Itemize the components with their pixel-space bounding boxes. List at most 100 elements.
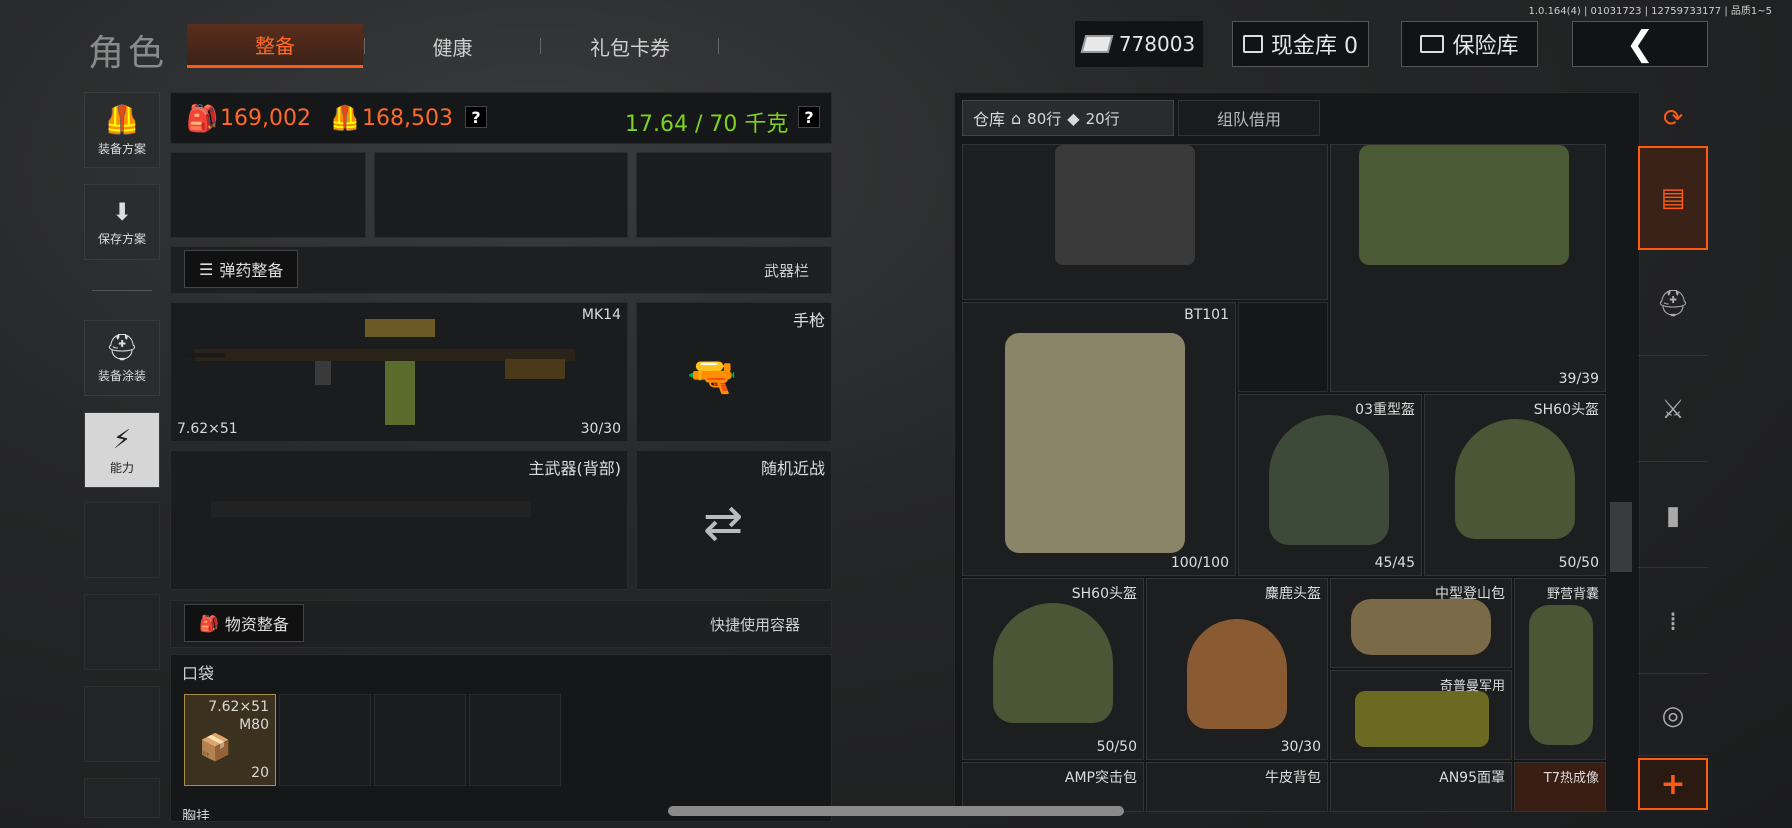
storage-item-sh60-2[interactable]: SH60头盔 50/50 — [962, 578, 1144, 760]
storage-tab-label: 仓库 — [973, 110, 1006, 129]
category-helmet-icon[interactable]: ⛑ — [1638, 252, 1708, 356]
storage-item-name: 麋鹿头盔 — [1265, 586, 1321, 602]
bag-icon: 🎒 — [199, 613, 219, 633]
vest-image — [1055, 145, 1195, 265]
category-scope-icon[interactable]: ◎ — [1638, 676, 1708, 756]
storage-empty-cell[interactable] — [1238, 302, 1328, 392]
back-weapon-slot[interactable]: 主武器(背部) — [170, 450, 628, 590]
insurance-button[interactable]: 保险库 — [1401, 21, 1538, 67]
melee-label: 随机近战 — [760, 459, 825, 478]
backpack-image — [1351, 599, 1491, 655]
storage-item-vest-green[interactable]: 39/39 — [1330, 144, 1606, 392]
weight-help-icon[interactable]: ? — [798, 106, 820, 128]
tab-gift[interactable]: 礼包卡券 — [560, 24, 700, 68]
storage-item-amp[interactable]: AMP突击包 — [962, 762, 1144, 812]
loadout-plan-button[interactable]: 🦺 装备方案 — [84, 92, 160, 168]
back-arrow-icon: ❮ — [1625, 24, 1655, 64]
ability-button[interactable]: ⚡ 能力 — [84, 412, 160, 488]
side-empty-slot — [84, 686, 160, 762]
ability-icon: ⚡ — [112, 424, 132, 455]
back-weapon-label: 主武器(背部) — [528, 459, 622, 478]
sh60-image — [1455, 419, 1575, 539]
storage-item-name: 奇普曼军用 — [1439, 679, 1505, 694]
supply-prep-label: 物资整备 — [224, 615, 289, 634]
weapon-name: MK14 — [581, 307, 621, 323]
ticket-icon: ◆ — [1067, 108, 1080, 128]
side-empty-slot — [84, 502, 160, 578]
storage-item-durability: 50/50 — [1096, 739, 1137, 755]
storage-item-durability: 39/39 — [1558, 371, 1599, 387]
pocket-item-name: M80 — [239, 717, 269, 733]
back-button[interactable]: ❮ — [1572, 21, 1708, 67]
side-empty-slot — [84, 594, 160, 670]
chipman-image — [1355, 691, 1489, 747]
helmet-icon: ⛑ — [105, 332, 139, 363]
vault-icon — [1243, 35, 1263, 53]
pistol-slot[interactable]: 手枪 🔫 — [636, 302, 832, 442]
pocket-slot[interactable] — [469, 694, 561, 786]
storage-item-name: SH60头盔 — [1071, 586, 1137, 602]
pockets-label: 口袋 — [182, 664, 215, 683]
chest-rig-label: 胸挂 — [182, 809, 210, 820]
storage-scrollbar[interactable] — [1610, 502, 1632, 572]
storage-item-bt101[interactable]: BT101 100/100 — [962, 302, 1236, 576]
cash-vault-button[interactable]: 现金库 0 — [1232, 21, 1369, 67]
helmet03-image — [1269, 415, 1389, 545]
storage-item-cowhide[interactable]: 牛皮背包 — [1146, 762, 1328, 812]
melee-slot[interactable]: 随机近战 ⇄ — [636, 450, 832, 590]
team-borrow-tab[interactable]: 组队借用 — [1178, 100, 1320, 136]
money-display: 778003 — [1075, 21, 1203, 67]
storage-rows2: 20行 — [1085, 109, 1120, 128]
storage-item-an95[interactable]: AN95面罩 — [1330, 762, 1512, 812]
pocket-slot[interactable] — [279, 694, 371, 786]
ammo-box-icon: 📦 — [199, 733, 232, 763]
version-text: 1.0.164(4) | 01031723 | 12759733177 | 品质… — [1528, 6, 1772, 17]
pocket-slot[interactable] — [374, 694, 466, 786]
help-icon[interactable]: ? — [465, 106, 487, 128]
category-all-icon[interactable]: ▤ — [1638, 146, 1708, 250]
equip-slot[interactable] — [170, 152, 366, 238]
equip-slot[interactable] — [636, 152, 832, 238]
camp-bag-image — [1529, 605, 1593, 745]
storage-tab[interactable]: 仓库 ⌂ 80行 ◆ 20行 — [962, 100, 1174, 136]
storage-item-name: T7热成像 — [1543, 771, 1599, 786]
weight-value: 17.64 / 70 千克 — [625, 112, 789, 137]
tab-prepare[interactable]: 整备 — [187, 24, 363, 68]
storage-item-durability: 50/50 — [1558, 555, 1599, 571]
tab-divider — [364, 38, 365, 54]
equip-slot[interactable] — [374, 152, 628, 238]
skin-button[interactable]: ⛑ 装备涂装 — [84, 320, 160, 396]
storage-item-durability: 100/100 — [1170, 555, 1229, 571]
category-magazine-icon[interactable]: ▮ — [1638, 464, 1708, 568]
side-divider — [92, 290, 152, 291]
save-plan-button[interactable]: ⬇ 保存方案 — [84, 184, 160, 260]
storage-item-moose[interactable]: 麋鹿头盔 30/30 — [1146, 578, 1328, 760]
storage-item-camp-bag[interactable]: 野营背囊 — [1514, 578, 1606, 760]
storage-rows: 80行 — [1027, 109, 1062, 128]
money-icon — [1080, 35, 1114, 53]
category-ammo-icon[interactable]: ⁞ — [1638, 570, 1708, 674]
storage-item-chipman[interactable]: 奇普曼军用 — [1330, 670, 1512, 760]
pocket-slot-ammo[interactable]: 7.62×51 M80 📦 20 — [184, 694, 276, 786]
tab-health[interactable]: 健康 — [380, 24, 525, 68]
storage-item-name: BT101 — [1184, 307, 1229, 323]
ammo-prep-label: 弹药整备 — [219, 261, 284, 280]
storage-item-name: 野营背囊 — [1546, 587, 1599, 602]
ammo-prep-button[interactable]: ☰ 弹药整备 — [184, 250, 299, 288]
storage-item-helmet-03[interactable]: 03重型盔 45/45 — [1238, 394, 1422, 576]
primary-weapon-slot[interactable]: MK14 7.62×51 30/30 — [170, 302, 628, 442]
tab-divider — [718, 38, 719, 54]
supply-prep-button[interactable]: 🎒 物资整备 — [184, 604, 304, 642]
backpack-icon: 🎒 — [186, 104, 219, 134]
storage-item-name: SH60头盔 — [1533, 402, 1599, 418]
add-icon[interactable]: + — [1638, 758, 1708, 810]
storage-item-backpack[interactable]: 中型登山包 — [1330, 578, 1512, 668]
storage-item-t7[interactable]: T7热成像 — [1514, 762, 1606, 812]
pocket-item-count: 20 — [251, 765, 269, 781]
category-rifle-icon[interactable]: ⚔ — [1638, 358, 1708, 462]
storage-item-vest[interactable] — [962, 144, 1328, 300]
sort-icon[interactable]: ⟳ — [1638, 92, 1708, 144]
side-empty-slot — [84, 778, 160, 818]
vest-icon: 🦺 — [104, 103, 140, 136]
storage-item-sh60[interactable]: SH60头盔 50/50 — [1424, 394, 1606, 576]
